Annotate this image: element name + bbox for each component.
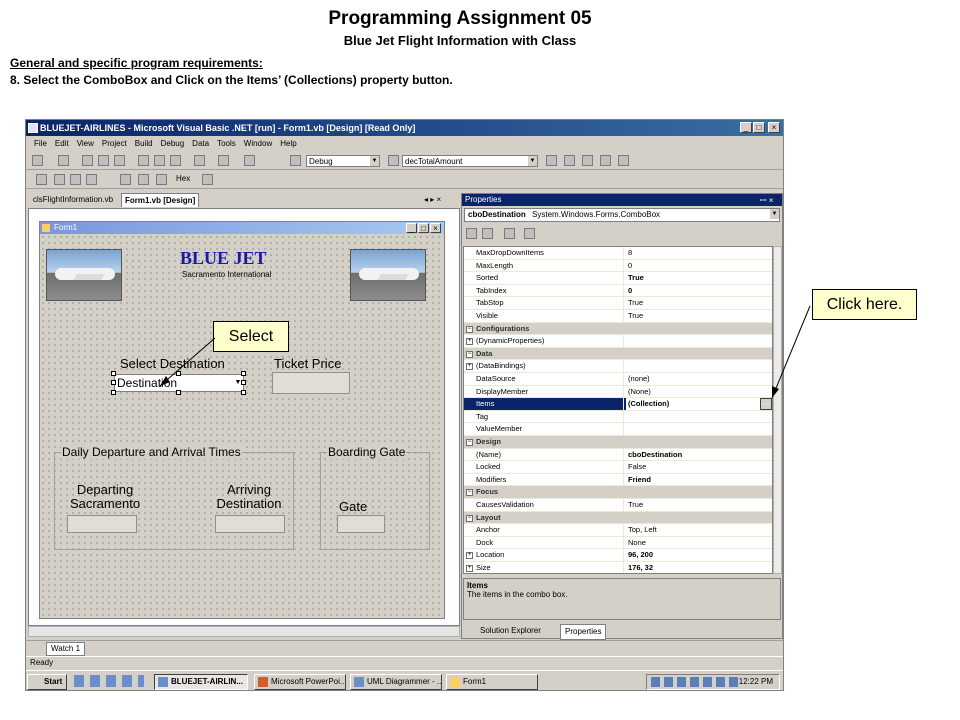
click-here-arrow bbox=[771, 305, 811, 399]
callout-arrows bbox=[159, 305, 811, 399]
select-arrow bbox=[159, 337, 216, 387]
select-arrowhead bbox=[160, 376, 170, 386]
click-here-arrowhead bbox=[772, 386, 779, 398]
